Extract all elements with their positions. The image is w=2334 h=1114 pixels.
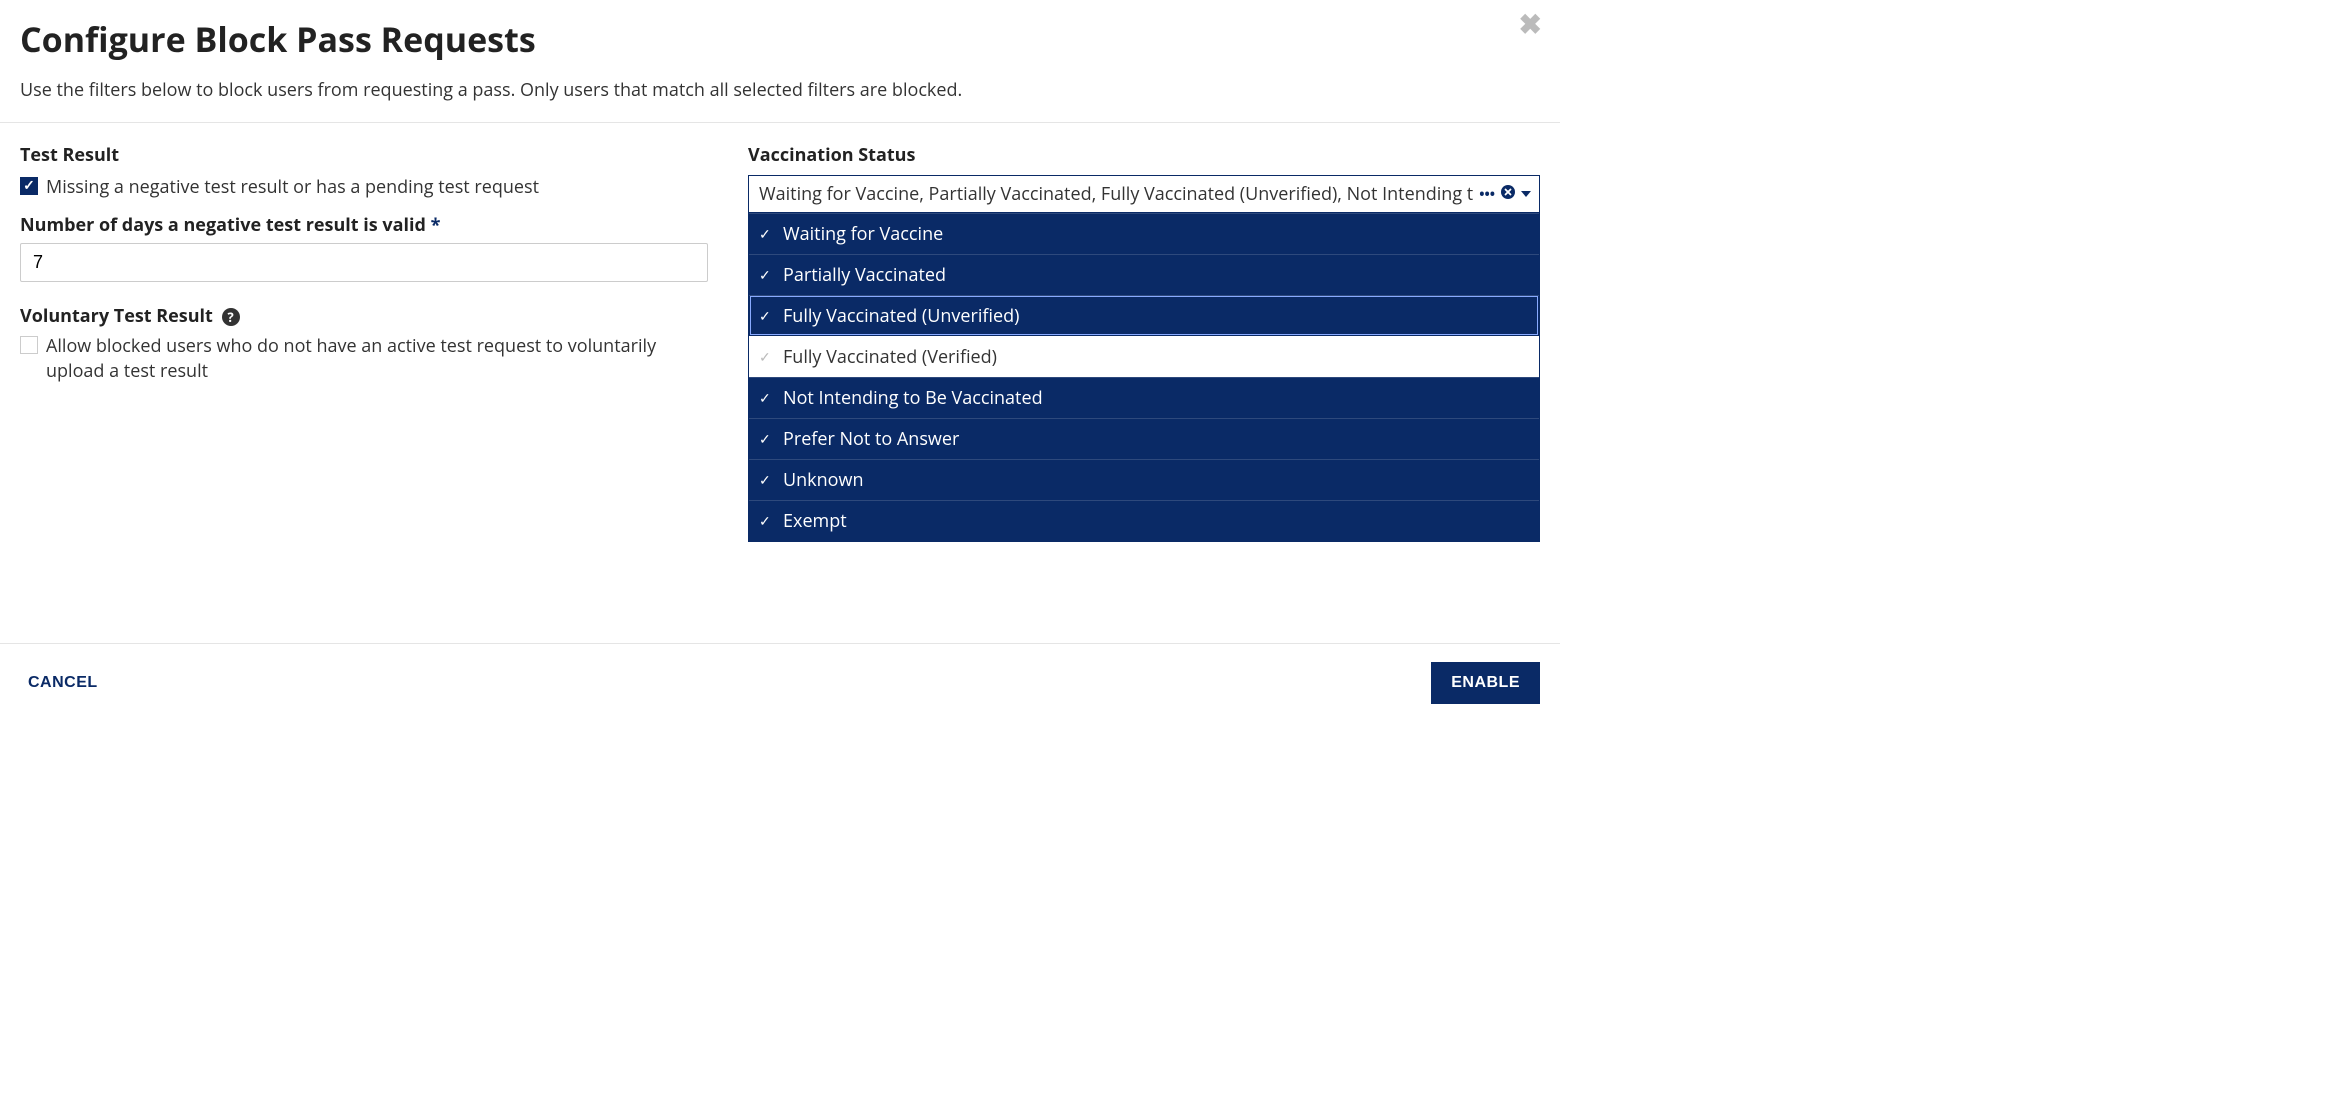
modal-title: Configure Block Pass Requests [20, 16, 1540, 62]
vaccination-option[interactable]: ✓ Not Intending to Be Vaccinated [749, 377, 1539, 418]
option-label: Partially Vaccinated [783, 263, 946, 287]
option-label: Unknown [783, 468, 863, 492]
voluntary-test-label-text: Voluntary Test Result [20, 304, 213, 328]
vaccination-option[interactable]: ✓ Fully Vaccinated (Verified) [749, 336, 1539, 377]
option-label: Not Intending to Be Vaccinated [783, 386, 1043, 410]
voluntary-test-label: Voluntary Test Result ? [20, 304, 708, 328]
ellipsis-icon[interactable]: ••• [1479, 185, 1495, 204]
check-icon: ✓ [759, 512, 773, 531]
option-label: Waiting for Vaccine [783, 222, 943, 246]
check-icon: ✓ [759, 471, 773, 490]
vaccination-option[interactable]: ✓ Waiting for Vaccine [749, 213, 1539, 254]
modal-header: Configure Block Pass Requests Use the fi… [0, 0, 1560, 123]
configure-block-pass-modal: ✖ Configure Block Pass Requests Use the … [0, 0, 1560, 722]
voluntary-checkbox[interactable] [20, 336, 38, 354]
vaccination-option[interactable]: ✓ Exempt [749, 500, 1539, 541]
vaccination-status-label: Vaccination Status [748, 143, 1540, 167]
vaccination-dropdown-list: ✓ Waiting for Vaccine ✓ Partially Vaccinate… [748, 213, 1540, 542]
test-result-checkbox-label: Missing a negative test result or has a … [46, 175, 539, 199]
multiselect-controls: ••• [1473, 185, 1531, 204]
check-icon: ✓ [759, 348, 773, 367]
modal-body: Test Result Missing a negative test resu… [0, 123, 1560, 643]
check-icon: ✓ [759, 430, 773, 449]
vaccination-option[interactable]: ✓ Unknown [749, 459, 1539, 500]
close-icon[interactable]: ✖ [1519, 10, 1542, 38]
vaccination-option[interactable]: ✓ Partially Vaccinated [749, 254, 1539, 295]
vaccination-option[interactable]: ✓ Prefer Not to Answer [749, 418, 1539, 459]
option-label: Fully Vaccinated (Unverified) [783, 304, 1019, 328]
chevron-down-icon[interactable] [1521, 191, 1531, 197]
test-result-label: Test Result [20, 143, 708, 167]
days-valid-input[interactable] [20, 243, 708, 282]
right-column: Vaccination Status Waiting for Vaccine, … [748, 143, 1540, 583]
enable-button[interactable]: ENABLE [1431, 662, 1540, 704]
modal-footer: CANCEL ENABLE [0, 643, 1560, 722]
option-label: Exempt [783, 509, 847, 533]
vaccination-option[interactable]: ✓ Fully Vaccinated (Unverified) [749, 295, 1539, 336]
days-valid-label: Number of days a negative test result is… [20, 213, 708, 237]
modal-subtitle: Use the filters below to block users fro… [20, 78, 1540, 102]
vaccination-multiselect[interactable]: Waiting for Vaccine, Partially Vaccinate… [748, 175, 1540, 213]
left-column: Test Result Missing a negative test resu… [20, 143, 708, 583]
multiselect-selected-text: Waiting for Vaccine, Partially Vaccinate… [759, 182, 1473, 206]
option-label: Prefer Not to Answer [783, 427, 959, 451]
check-icon: ✓ [759, 307, 773, 326]
required-marker: * [431, 213, 441, 237]
clear-selection-icon[interactable] [1501, 185, 1515, 204]
test-result-checkbox[interactable] [20, 177, 38, 195]
voluntary-checkbox-label: Allow blocked users who do not have an a… [46, 334, 708, 383]
help-icon[interactable]: ? [222, 308, 240, 326]
days-valid-label-text: Number of days a negative test result is… [20, 213, 426, 237]
check-icon: ✓ [759, 225, 773, 244]
check-icon: ✓ [759, 266, 773, 285]
voluntary-checkbox-row: Allow blocked users who do not have an a… [20, 334, 708, 383]
option-label: Fully Vaccinated (Verified) [783, 345, 997, 369]
test-result-checkbox-row: Missing a negative test result or has a … [20, 175, 708, 199]
cancel-button[interactable]: CANCEL [20, 664, 106, 702]
check-icon: ✓ [759, 389, 773, 408]
